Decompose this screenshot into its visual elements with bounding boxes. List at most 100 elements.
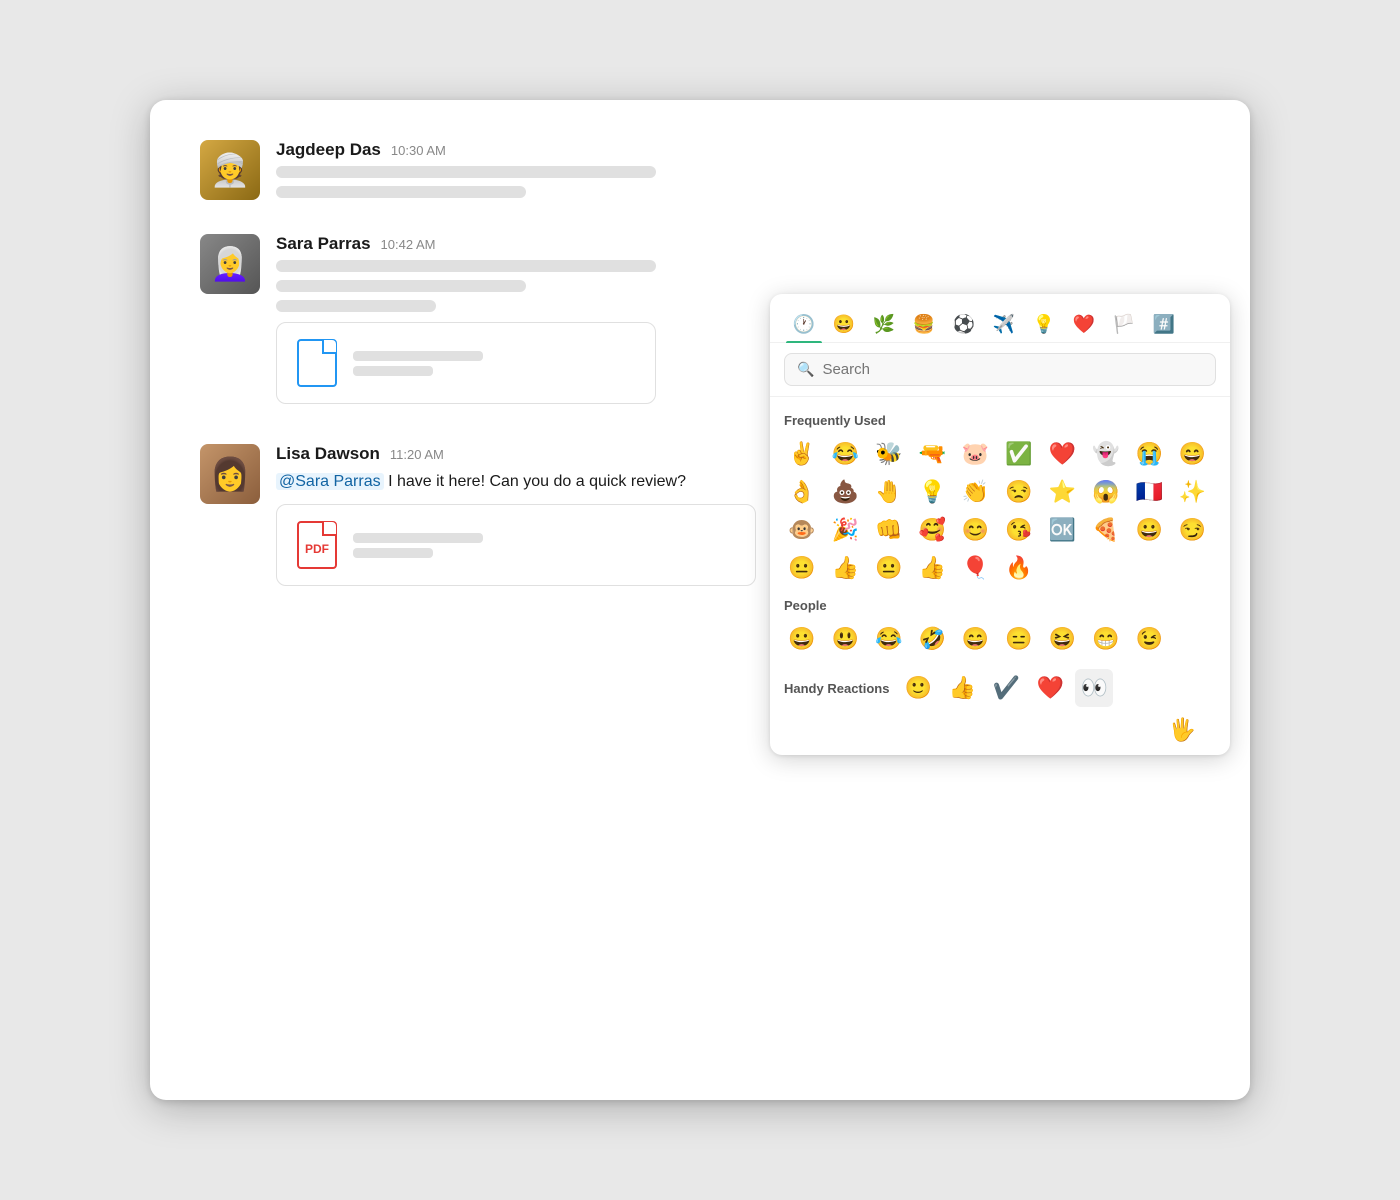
- handy-thumbsup[interactable]: 👍: [943, 669, 981, 707]
- tab-smileys[interactable]: 😀: [826, 306, 862, 342]
- search-input[interactable]: [822, 361, 1203, 378]
- emoji-expressionless[interactable]: 😐: [871, 550, 907, 586]
- emoji-clap[interactable]: 👏: [958, 474, 994, 510]
- emoji-heart[interactable]: ❤️: [1044, 436, 1080, 472]
- emoji-neutral[interactable]: 😐: [784, 550, 820, 586]
- file-attachment-lisa[interactable]: PDF: [276, 504, 756, 586]
- emoji-france[interactable]: 🇫🇷: [1131, 474, 1167, 510]
- emoji-smile[interactable]: 😊: [958, 512, 994, 548]
- message-line-1a: [276, 166, 656, 178]
- tab-slack[interactable]: #️⃣: [1146, 306, 1182, 342]
- sender-name-2: Sara Parras: [276, 234, 371, 254]
- sender-name-3: Lisa Dawson: [276, 444, 380, 464]
- handy-smiley[interactable]: 🙂: [899, 669, 937, 707]
- tab-nature[interactable]: 🌿: [866, 306, 902, 342]
- emoji-ghost[interactable]: 👻: [1088, 436, 1124, 472]
- emoji-poop[interactable]: 💩: [827, 474, 863, 510]
- tab-objects[interactable]: 💡: [1026, 306, 1062, 342]
- people-label: People: [784, 598, 1216, 613]
- people-4[interactable]: 🤣: [914, 621, 950, 657]
- emoji-ok[interactable]: 👌: [784, 474, 820, 510]
- message-line-2c: [276, 300, 436, 312]
- people-grid: 😀 😃 😂 🤣 😄 😑 😆 😁 😉: [784, 621, 1216, 657]
- search-icon: 🔍: [797, 361, 814, 378]
- wave-emoji: 🖐️: [1169, 717, 1196, 742]
- emoji-laugh[interactable]: 😂: [827, 436, 863, 472]
- blue-doc-icon: [297, 339, 337, 387]
- doc-info: [353, 351, 483, 376]
- file-attachment-sara[interactable]: [276, 322, 656, 404]
- emoji-unamused[interactable]: 😒: [1001, 474, 1037, 510]
- handy-eyes[interactable]: 👀: [1075, 669, 1113, 707]
- people-5[interactable]: 😄: [958, 621, 994, 657]
- emoji-hearts[interactable]: 🥰: [914, 512, 950, 548]
- emoji-peace[interactable]: ✌️: [784, 436, 820, 472]
- people-6[interactable]: 😑: [1001, 621, 1037, 657]
- frequently-used-label: Frequently Used: [784, 413, 1216, 428]
- timestamp-3: 11:20 AM: [390, 447, 444, 462]
- message-line-2b: [276, 280, 526, 292]
- emoji-check[interactable]: ✅: [1001, 436, 1037, 472]
- emoji-balloon[interactable]: 🎈: [958, 550, 994, 586]
- people-7[interactable]: 😆: [1044, 621, 1080, 657]
- search-inner: 🔍: [784, 353, 1216, 386]
- tab-symbols[interactable]: ❤️: [1066, 306, 1102, 342]
- sender-name-1: Jagdeep Das: [276, 140, 381, 160]
- handy-heart[interactable]: ❤️: [1031, 669, 1069, 707]
- emoji-scared[interactable]: 😱: [1088, 474, 1124, 510]
- emoji-grin[interactable]: 😄: [1175, 436, 1211, 472]
- emoji-kiss[interactable]: 😘: [1001, 512, 1037, 548]
- picker-body: Frequently Used ✌️ 😂 🐝 🔫 🐷 ✅ ❤️ 👻 😭 😄 👌 …: [770, 397, 1230, 755]
- red-doc-icon: PDF: [297, 521, 337, 569]
- emoji-star[interactable]: ⭐: [1044, 474, 1080, 510]
- mention-sara: @Sara Parras: [276, 473, 384, 490]
- emoji-sparkles[interactable]: ✨: [1175, 474, 1211, 510]
- emoji-fist[interactable]: 👊: [871, 512, 907, 548]
- pdf-label: PDF: [305, 542, 329, 556]
- emoji-gun[interactable]: 🔫: [914, 436, 950, 472]
- people-9[interactable]: 😉: [1131, 621, 1167, 657]
- emoji-pizza[interactable]: 🍕: [1088, 512, 1124, 548]
- people-8[interactable]: 😁: [1088, 621, 1124, 657]
- avatar-jagdeep: 👳: [200, 140, 260, 200]
- handy-check[interactable]: ✔️: [987, 669, 1025, 707]
- emoji-monkey[interactable]: 🐵: [784, 512, 820, 548]
- emoji-cry[interactable]: 😭: [1131, 436, 1167, 472]
- doc-line-lisa-2: [353, 548, 433, 558]
- tab-travel[interactable]: ✈️: [986, 306, 1022, 342]
- emoji-smirk[interactable]: 😏: [1175, 512, 1211, 548]
- tab-activity[interactable]: ⚽: [946, 306, 982, 342]
- emoji-bulb[interactable]: 💡: [914, 474, 950, 510]
- tab-flags[interactable]: 🏳️: [1106, 306, 1142, 342]
- message-line-1b: [276, 186, 526, 198]
- avatar-lisa: 👩: [200, 444, 260, 504]
- message-line-2a: [276, 260, 656, 272]
- avatar-sara: 👩‍🦳: [200, 234, 260, 294]
- emoji-oktag[interactable]: 🆗: [1044, 512, 1080, 548]
- people-3[interactable]: 😂: [871, 621, 907, 657]
- doc-line-1: [353, 351, 483, 361]
- emoji-fire[interactable]: 🔥: [1001, 550, 1037, 586]
- picker-search-area: 🔍: [770, 343, 1230, 397]
- timestamp-2: 10:42 AM: [381, 237, 436, 252]
- emoji-thumbsup[interactable]: 👍: [827, 550, 863, 586]
- handy-reactions-label: Handy Reactions: [784, 681, 889, 696]
- message-header-2: Sara Parras 10:42 AM: [276, 234, 1200, 254]
- frequently-used-grid: ✌️ 😂 🐝 🔫 🐷 ✅ ❤️ 👻 😭 😄 👌 💩 🤚 💡 👏 😒: [784, 436, 1216, 586]
- doc-line-2: [353, 366, 433, 376]
- people-1[interactable]: 😀: [784, 621, 820, 657]
- tab-recent[interactable]: 🕐: [786, 306, 822, 342]
- emoji-thumbsup2[interactable]: 👍: [914, 550, 950, 586]
- emoji-hand[interactable]: 🤚: [871, 474, 907, 510]
- picker-tabs: 🕐 😀 🌿 🍔 ⚽ ✈️ 💡 ❤️ 🏳️ #️⃣: [770, 294, 1230, 343]
- emoji-pig[interactable]: 🐷: [958, 436, 994, 472]
- file-icon-red: PDF: [295, 519, 339, 571]
- tab-food[interactable]: 🍔: [906, 306, 942, 342]
- emoji-bee[interactable]: 🐝: [871, 436, 907, 472]
- message-body-3: I have it here! Can you do a quick revie…: [388, 473, 686, 490]
- app-window: 👳 Jagdeep Das 10:30 AM 👩‍🦳 Sara Parras 1…: [150, 100, 1250, 1100]
- emoji-grinning[interactable]: 😀: [1131, 512, 1167, 548]
- doc-info-lisa: [353, 533, 483, 558]
- emoji-party[interactable]: 🎉: [827, 512, 863, 548]
- people-2[interactable]: 😃: [827, 621, 863, 657]
